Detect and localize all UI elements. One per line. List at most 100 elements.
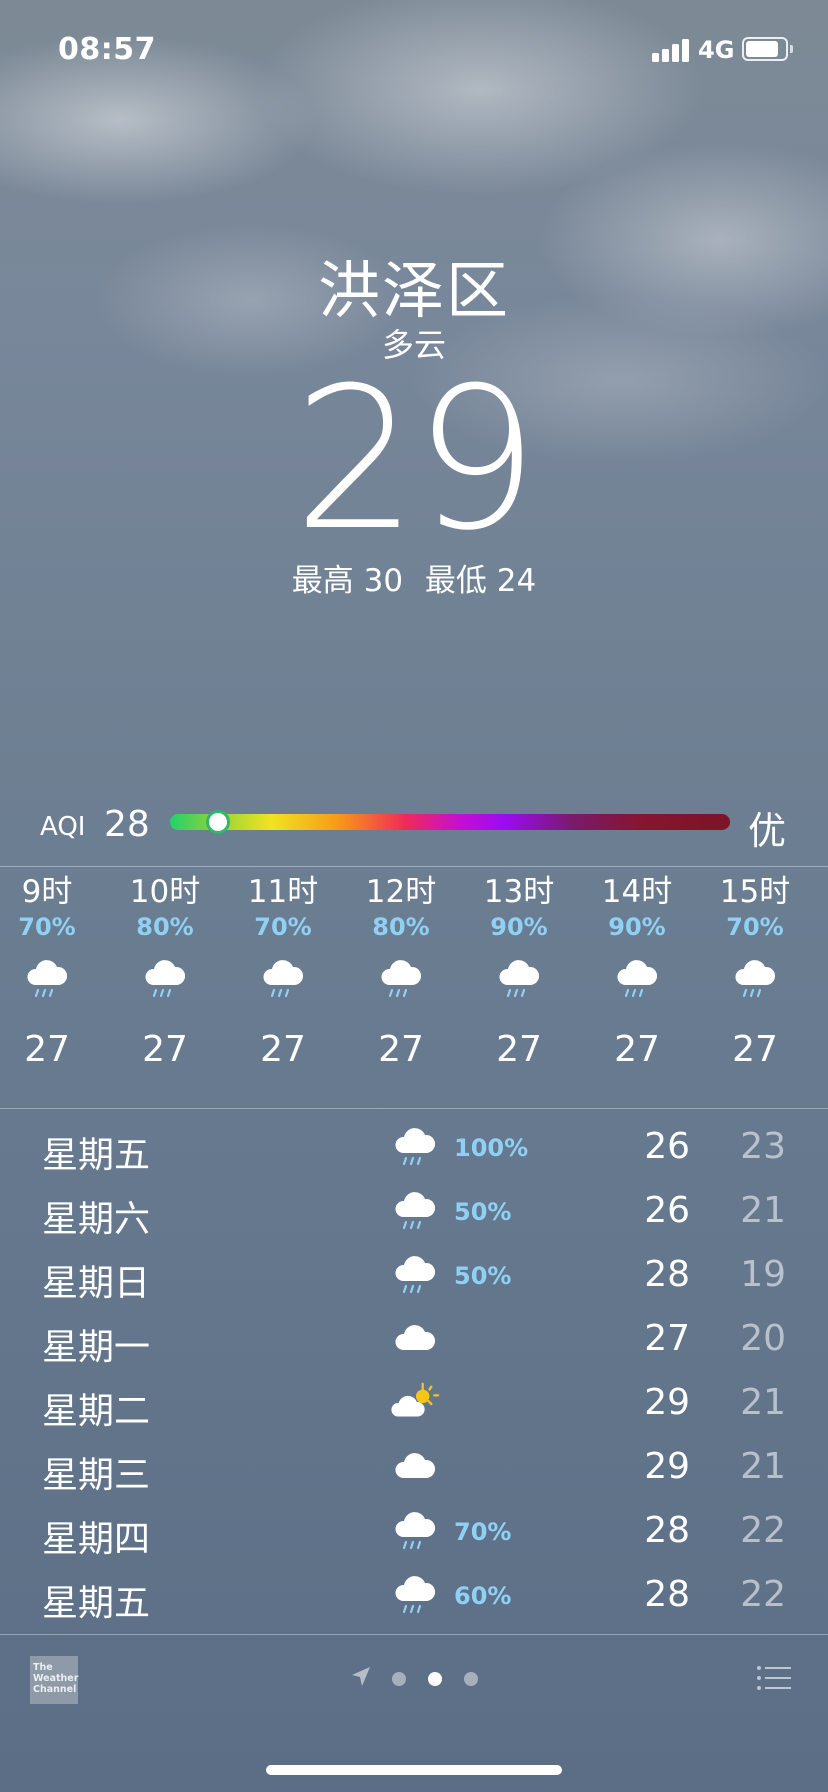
status-time: 08:57 xyxy=(58,32,156,67)
cloud-icon xyxy=(390,1440,440,1496)
hourly-item: 15时 70% 27 xyxy=(696,872,814,1074)
day-high: 28 xyxy=(644,1254,690,1295)
hour-precip-chance: 70% xyxy=(726,913,784,941)
day-low: 23 xyxy=(740,1126,786,1167)
day-name: 星期一 xyxy=(42,1327,151,1368)
home-indicator[interactable] xyxy=(266,1765,562,1775)
hour-temp: 27 xyxy=(378,1029,424,1070)
page-dot[interactable] xyxy=(464,1672,478,1686)
rain-cloud-icon xyxy=(224,950,342,1010)
hour-time: 11时 xyxy=(247,874,319,910)
rain-cloud-icon xyxy=(342,950,460,1010)
divider xyxy=(0,1634,828,1635)
battery-icon xyxy=(742,37,788,61)
rain-cloud-icon xyxy=(390,1504,440,1560)
hour-precip-chance: 70% xyxy=(254,913,312,941)
day-name: 星期二 xyxy=(42,1391,151,1432)
low-temp: 最低 24 xyxy=(425,563,536,599)
aqi-value: 28 xyxy=(104,804,150,845)
day-low: 19 xyxy=(740,1254,786,1295)
day-name: 星期五 xyxy=(42,1583,151,1624)
day-low: 21 xyxy=(740,1446,786,1487)
location-arrow-icon xyxy=(352,1667,370,1686)
day-high: 28 xyxy=(644,1510,690,1551)
city-name: 洪泽区 xyxy=(317,254,510,327)
rain-cloud-icon xyxy=(390,1568,440,1624)
high-value: 30 xyxy=(363,563,404,599)
hour-temp: 27 xyxy=(496,1029,542,1070)
daily-row: 星期五 60% 28 22 xyxy=(0,1564,828,1628)
hourly-item: 14时 90% 27 xyxy=(578,872,696,1074)
day-precip-chance: 70% xyxy=(454,1518,512,1546)
hourly-item: 13时 90% 27 xyxy=(460,872,578,1074)
hour-precip-chance: 90% xyxy=(490,913,548,941)
rain-cloud-icon xyxy=(696,950,814,1010)
aqi-gradient-bar xyxy=(170,814,730,830)
battery-tip xyxy=(790,45,793,53)
hour-time: 15时 xyxy=(719,874,791,910)
day-name: 星期六 xyxy=(42,1199,151,1240)
hour-temp: 27 xyxy=(260,1029,306,1070)
day-high: 28 xyxy=(644,1574,690,1615)
aqi-indicator xyxy=(205,810,230,834)
high-temp: 最高 30 xyxy=(292,563,403,599)
daily-row: 星期日 50% 28 19 xyxy=(0,1244,828,1308)
hour-time: 12时 xyxy=(365,874,437,910)
list-icon[interactable] xyxy=(756,1664,792,1692)
rain-cloud-icon xyxy=(106,950,224,1010)
daily-row: 星期一 27 20 xyxy=(0,1308,828,1372)
low-label: 最低 xyxy=(424,563,487,599)
hourly-item: 12时 80% 27 xyxy=(342,872,460,1074)
logo-text: The Weather Channel xyxy=(33,1662,79,1695)
day-name: 星期日 xyxy=(42,1263,151,1304)
page-dot[interactable] xyxy=(428,1672,442,1686)
page-dot[interactable] xyxy=(392,1672,406,1686)
page-indicator[interactable] xyxy=(348,1664,488,1694)
day-low: 21 xyxy=(740,1382,786,1423)
daily-row: 星期三 29 21 xyxy=(0,1436,828,1500)
hour-temp: 27 xyxy=(24,1029,70,1070)
hourly-forecast[interactable]: 9时 70% 27 10时 80% 27 11时 70% 27 12时 80% 27 13时 90% 27 1… xyxy=(0,872,828,1102)
aqi-level: 优 xyxy=(748,809,787,853)
day-name: 星期五 xyxy=(42,1135,151,1176)
hour-temp: 27 xyxy=(142,1029,188,1070)
aqi-row[interactable]: AQI 28 优 xyxy=(0,800,828,853)
daily-row: 星期五 100% 26 23 xyxy=(0,1116,828,1180)
rain-cloud-icon xyxy=(390,1120,440,1176)
status-bar: 08:57 4G xyxy=(0,0,828,100)
rain-cloud-icon xyxy=(460,950,578,1010)
high-label: 最高 xyxy=(291,563,354,599)
day-precip-chance: 100% xyxy=(454,1134,529,1162)
cloud-icon xyxy=(390,1312,440,1368)
daily-row: 星期四 70% 28 22 xyxy=(0,1500,828,1564)
rain-cloud-icon xyxy=(390,1184,440,1240)
day-low: 22 xyxy=(740,1510,786,1551)
day-precip-chance: 60% xyxy=(454,1582,512,1610)
rain-cloud-icon xyxy=(390,1248,440,1304)
day-name: 星期四 xyxy=(42,1519,151,1560)
day-precip-chance: 50% xyxy=(454,1198,512,1226)
day-name: 星期三 xyxy=(42,1455,151,1496)
divider xyxy=(0,866,828,867)
weather-channel-logo[interactable]: The Weather Channel xyxy=(30,1656,78,1704)
day-high: 27 xyxy=(644,1318,690,1359)
hour-time: 10时 xyxy=(129,874,201,910)
day-low: 22 xyxy=(740,1574,786,1615)
hourly-item: 11时 70% 27 xyxy=(224,872,342,1074)
hour-time: 14时 xyxy=(601,874,673,910)
hour-temp: 27 xyxy=(732,1029,778,1070)
hourly-item: 9时 70% 27 xyxy=(0,872,106,1074)
network-type: 4G xyxy=(698,36,735,64)
day-high: 26 xyxy=(644,1190,690,1231)
aqi-label: AQI xyxy=(40,812,86,842)
hour-precip-chance: 70% xyxy=(18,913,76,941)
daily-row: 星期二 29 21 xyxy=(0,1372,828,1436)
hour-precip-chance: 90% xyxy=(608,913,666,941)
day-precip-chance: 50% xyxy=(454,1262,512,1290)
day-high: 29 xyxy=(644,1382,690,1423)
hour-precip-chance: 80% xyxy=(372,913,430,941)
rain-cloud-icon xyxy=(578,950,696,1010)
daily-row: 星期六 50% 26 21 xyxy=(0,1180,828,1244)
rain-cloud-icon xyxy=(0,950,106,1010)
low-value: 24 xyxy=(496,563,537,599)
